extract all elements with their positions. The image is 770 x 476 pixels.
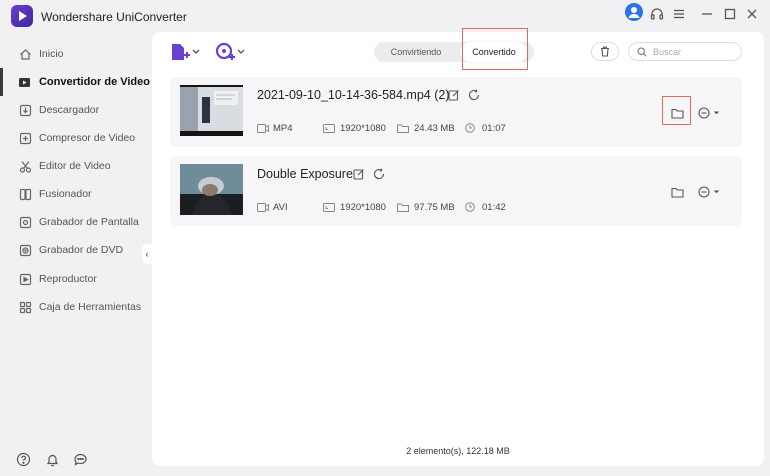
folder-size-icon xyxy=(397,202,409,212)
file-size: 97.75 MB xyxy=(414,202,455,213)
sidebar-item-label: Caja de Herramientas xyxy=(39,301,142,313)
resolution-icon xyxy=(323,202,335,212)
user-avatar-icon[interactable] xyxy=(625,3,643,21)
edit-name-icon[interactable] xyxy=(448,88,460,106)
file-card[interactable]: 2021-09-10_10-14-36-584.mp4 (2) MP4 1920… xyxy=(170,77,742,147)
highlight-box xyxy=(462,28,528,70)
clock-icon xyxy=(464,123,476,133)
sidebar-item-label: Descargador xyxy=(39,104,100,116)
delete-all-button[interactable] xyxy=(591,42,619,61)
sidebar-item-label: Convertidor de Video xyxy=(38,76,150,88)
status-summary: 2 elemento(s), 122.18 MB xyxy=(406,446,510,456)
sidebar-item-label: Grabador de DVD xyxy=(39,244,124,256)
headset-icon[interactable] xyxy=(647,4,667,24)
toolbox-icon xyxy=(18,300,32,314)
folder-size-icon xyxy=(397,123,409,133)
dvd-icon xyxy=(18,243,32,257)
sidebar-collapse-button[interactable]: ‹ xyxy=(142,244,152,264)
sidebar-item-fusionador[interactable]: Fusionador xyxy=(0,180,150,208)
sidebar-item-caja-herramientas[interactable]: Caja de Herramientas xyxy=(0,293,150,321)
sidebar-item-label: Inicio xyxy=(39,48,64,60)
clock-icon xyxy=(464,202,476,212)
open-folder-button[interactable] xyxy=(668,183,686,201)
add-file-button[interactable] xyxy=(170,42,202,67)
sidebar-item-label: Compresor de Video xyxy=(39,132,136,144)
resolution-icon xyxy=(323,123,335,133)
file-resolution: 1920*1080 xyxy=(340,202,386,213)
sidebar-item-label: Reproductor xyxy=(39,273,97,285)
sidebar-item-label: Grabador de Pantalla xyxy=(39,216,139,228)
sidebar-item-descargador[interactable]: Descargador xyxy=(0,96,150,124)
app-title: Wondershare UniConverter xyxy=(41,10,187,24)
trash-icon xyxy=(601,46,609,57)
edit-name-icon[interactable] xyxy=(353,167,365,185)
video-thumbnail[interactable] xyxy=(180,164,243,215)
search-box xyxy=(628,42,742,61)
sidebar-item-label: Fusionador xyxy=(39,188,92,200)
file-size: 24.43 MB xyxy=(414,123,455,134)
video-format-icon xyxy=(257,202,269,212)
screen-record-icon xyxy=(18,215,32,229)
more-icon xyxy=(698,107,719,119)
tab-converting[interactable]: Convirtiendo xyxy=(377,42,455,62)
add-dvd-button[interactable] xyxy=(215,42,247,67)
file-name: 2021-09-10_10-14-36-584.mp4 (2) xyxy=(257,88,450,102)
file-duration: 01:07 xyxy=(482,123,506,134)
download-icon xyxy=(18,103,32,117)
close-icon[interactable] xyxy=(742,4,762,24)
more-options-button[interactable] xyxy=(697,183,725,201)
play-icon xyxy=(18,272,32,286)
folder-icon xyxy=(670,187,684,198)
sidebar-item-inicio[interactable]: Inicio xyxy=(0,40,150,68)
file-resolution: 1920*1080 xyxy=(340,123,386,134)
file-card[interactable]: Double Exposure AVI 1920*1080 97.75 MB 0… xyxy=(170,156,742,226)
sidebar-item-compresor[interactable]: Compresor de Video xyxy=(0,124,150,152)
sidebar-item-editor[interactable]: Editor de Video xyxy=(0,152,150,180)
sidebar-item-reproductor[interactable]: Reproductor xyxy=(0,265,150,293)
refresh-icon[interactable] xyxy=(373,167,385,185)
video-thumbnail[interactable] xyxy=(180,85,243,136)
file-format: MP4 xyxy=(273,123,293,134)
maximize-icon[interactable] xyxy=(720,4,740,24)
sidebar-item-label: Editor de Video xyxy=(39,160,111,172)
video-format-icon xyxy=(257,123,269,133)
search-icon xyxy=(637,47,647,57)
compress-icon xyxy=(18,131,32,145)
file-name: Double Exposure xyxy=(257,167,353,181)
bell-icon[interactable] xyxy=(45,452,60,472)
minimize-icon[interactable] xyxy=(697,4,717,24)
help-icon[interactable] xyxy=(16,452,31,472)
sidebar-item-grabador-pantalla[interactable]: Grabador de Pantalla xyxy=(0,208,150,236)
sidebar-item-convertidor[interactable]: Convertidor de Video xyxy=(0,68,150,96)
more-options-button[interactable] xyxy=(697,104,725,122)
merge-icon xyxy=(18,187,32,201)
highlight-box xyxy=(662,96,691,125)
home-icon xyxy=(18,47,32,61)
converter-icon xyxy=(18,75,32,89)
scissors-icon xyxy=(18,159,32,173)
menu-icon[interactable] xyxy=(669,4,689,24)
refresh-icon[interactable] xyxy=(468,88,480,106)
more-icon xyxy=(698,186,719,198)
search-input[interactable] xyxy=(653,46,737,58)
app-logo xyxy=(11,5,33,27)
file-format: AVI xyxy=(273,202,288,213)
sidebar-item-grabador-dvd[interactable]: Grabador de DVD xyxy=(0,236,150,264)
file-duration: 01:42 xyxy=(482,202,506,213)
feedback-icon[interactable] xyxy=(73,452,88,472)
title-bar: Wondershare UniConverter xyxy=(0,0,770,32)
